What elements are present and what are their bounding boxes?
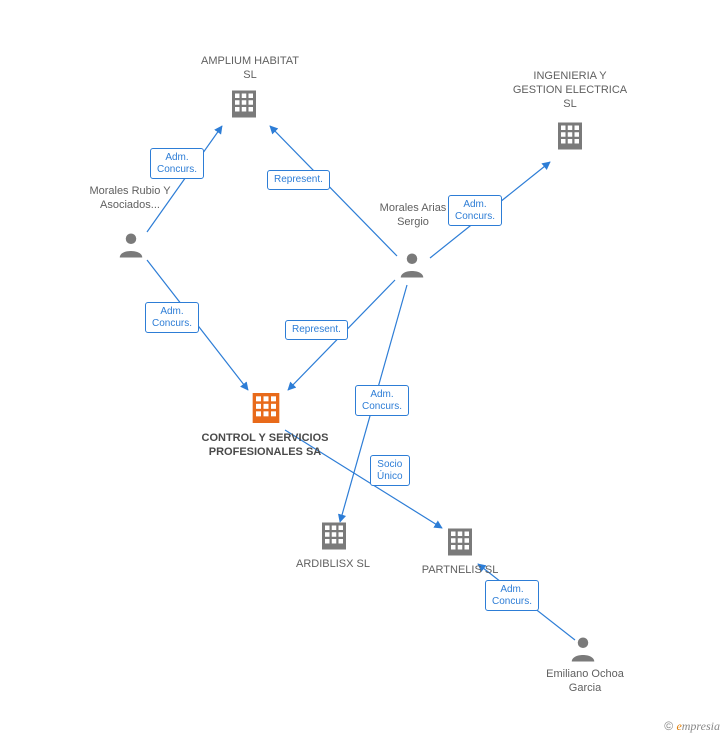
brand-rest: mpresia: [682, 719, 720, 733]
edge-label-adm-concurs: Adm. Concurs.: [145, 302, 199, 333]
node-label-morales-arias: Morales Arias Sergio: [368, 202, 458, 230]
node-label-control: CONTROL Y SERVICIOS PROFESIONALES SA: [180, 432, 350, 460]
node-label-partnelis: PARTNELIS SL: [405, 564, 515, 578]
node-label-ardiblisx: ARDIBLISX SL: [278, 558, 388, 572]
edge-label-socio-unico: Socio Único: [370, 455, 410, 486]
node-label-morales-rubio: Morales Rubio Y Asociados...: [80, 185, 180, 213]
person-icon: [568, 634, 598, 664]
copyright-symbol: ©: [664, 719, 673, 733]
edge-label-adm-concurs: Adm. Concurs.: [355, 385, 409, 416]
person-icon: [116, 230, 146, 260]
node-label-amplium: AMPLIUM HABITAT SL: [195, 55, 305, 83]
building-icon: [552, 118, 588, 154]
node-label-emiliano: Emiliano Ochoa Garcia: [540, 668, 630, 696]
building-icon: [226, 86, 262, 122]
building-icon: [316, 518, 352, 554]
building-icon: [442, 524, 478, 560]
person-icon: [397, 250, 427, 280]
edge-label-represent: Represent.: [267, 170, 330, 190]
edge-label-adm-concurs: Adm. Concurs.: [485, 580, 539, 611]
edge-label-represent: Represent.: [285, 320, 348, 340]
edge-label-adm-concurs: Adm. Concurs.: [150, 148, 204, 179]
node-label-ingenieria: INGENIERIA Y GESTION ELECTRICA SL: [510, 70, 630, 111]
diagram-stage: Adm. Concurs. Represent. Adm. Concurs. A…: [0, 0, 728, 740]
building-icon-highlight: [246, 388, 286, 428]
footer-brand: © empresia: [664, 719, 720, 734]
